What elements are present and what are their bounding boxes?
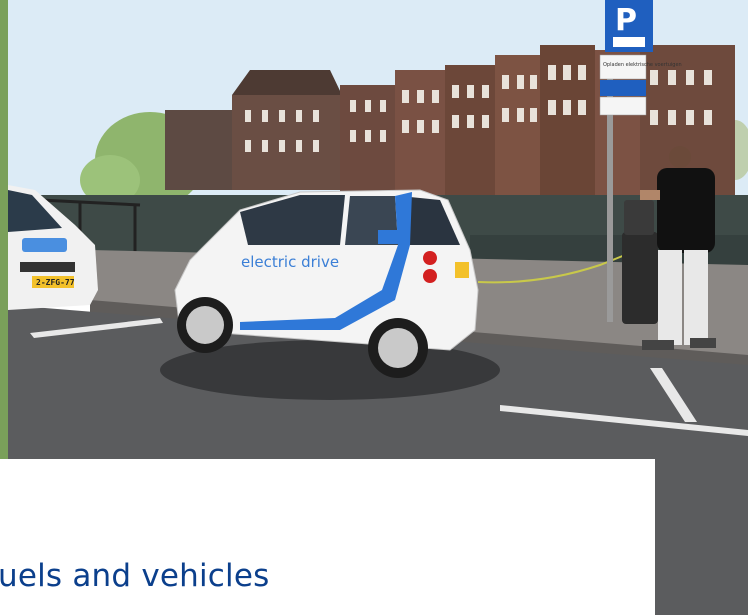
caption-text: uels and vehicles — [0, 558, 270, 594]
plant-edge — [0, 0, 8, 460]
parking-sign-subtext: Opladen elektrische voertuigen — [603, 62, 682, 68]
parking-sign-letter: P — [615, 3, 637, 38]
charging-station — [622, 200, 658, 324]
left-car-plate: 2-ZFG-77 — [36, 278, 75, 287]
car-decal-text: electric drive — [241, 253, 339, 271]
